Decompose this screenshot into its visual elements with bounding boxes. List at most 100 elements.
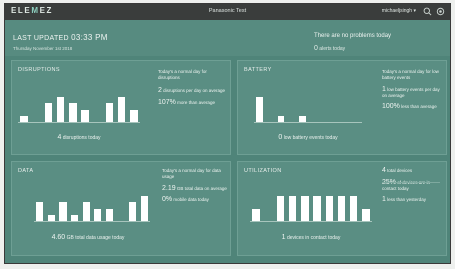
- chart-bar[interactable]: [313, 196, 321, 221]
- search-icon[interactable]: [423, 7, 432, 16]
- chart-axis: [250, 221, 372, 222]
- chart-bar[interactable]: [36, 202, 44, 221]
- top-bar: ELEMEZ Panasonic Test michaeljsingh ▾: [5, 4, 450, 20]
- utilization-chart: [250, 195, 372, 225]
- status-message: There are no problems today: [314, 33, 392, 39]
- stat-line: Today's a normal day for disruptions: [158, 69, 207, 80]
- chart-bar[interactable]: [81, 109, 89, 122]
- stat-compare: 1 less than yesterday: [382, 196, 444, 203]
- chart-bar[interactable]: [44, 103, 53, 122]
- stat-total: 4 total devices: [382, 167, 444, 174]
- chart-bar[interactable]: [69, 103, 77, 122]
- current-date: Thursday November 1st 2018: [13, 46, 73, 51]
- stat-compare: 100% less than average: [382, 103, 444, 110]
- chart-axis: [254, 122, 362, 123]
- last-updated-label: LAST UPDATED: [13, 35, 69, 42]
- chart-bar[interactable]: [47, 214, 55, 221]
- last-updated-time: 03:33 PM: [71, 33, 108, 42]
- disruptions-chart: [18, 96, 140, 126]
- stat-divider: [382, 182, 440, 183]
- panel-title: DISRUPTIONS: [18, 67, 60, 73]
- chart-bar[interactable]: [276, 196, 285, 221]
- panel-title: DATA: [18, 168, 34, 174]
- chart-bar[interactable]: [71, 214, 79, 221]
- chart-bar[interactable]: [362, 208, 370, 221]
- stat-number: 1: [382, 86, 386, 93]
- battery-today: 0 low battery events today: [244, 134, 372, 141]
- chart-bar[interactable]: [130, 109, 138, 122]
- foot-text: low battery events today: [283, 135, 338, 141]
- stat-line: Today's a normal day for data usage: [162, 168, 221, 179]
- chart-bar[interactable]: [105, 208, 113, 221]
- stat-text: more than average: [177, 100, 215, 105]
- alerts-count: 0 alerts today: [314, 45, 345, 52]
- stat-text: GB total data on average: [176, 186, 227, 191]
- stat-number: 2.19: [162, 185, 176, 192]
- last-updated: LAST UPDATED 03:33 PM: [13, 33, 108, 42]
- data-panel[interactable]: DATA 4.60 GB total data usage today Toda…: [11, 161, 231, 256]
- chart-bar[interactable]: [117, 97, 126, 122]
- battery-panel[interactable]: BATTERY 0 low battery events today Today…: [237, 60, 447, 155]
- stat-average: 2.19 GB total data on average: [162, 185, 228, 192]
- stat-text: disruptions per day on average: [163, 88, 225, 93]
- chart-bar[interactable]: [140, 196, 148, 221]
- panel-title: UTILIZATION: [244, 168, 282, 174]
- chart-bar[interactable]: [59, 202, 67, 221]
- chart-bar[interactable]: [299, 115, 306, 122]
- chart-bar[interactable]: [129, 202, 137, 221]
- chart-axis: [18, 122, 140, 123]
- chart-bar[interactable]: [105, 103, 114, 122]
- chart-bar[interactable]: [277, 115, 285, 122]
- gear-icon[interactable]: [436, 7, 445, 16]
- disruptions-panel[interactable]: DISRUPTIONS 4 disruptions today Today's …: [11, 60, 231, 155]
- chart-bar[interactable]: [252, 208, 260, 221]
- stat-text: low battery events per day on average: [382, 87, 440, 98]
- utilization-today: 1 devices in contact today: [244, 234, 378, 241]
- foot-number: 4: [57, 134, 62, 141]
- chart-bar[interactable]: [301, 196, 309, 221]
- alerts-text: alerts today: [319, 46, 346, 52]
- stat-text: less than yesterday: [387, 197, 426, 202]
- foot-text: GB total data usage today: [66, 235, 125, 241]
- chart-bar[interactable]: [56, 97, 65, 122]
- disruptions-stats: Today's a normal day for disruptions 2 d…: [158, 69, 228, 106]
- chart-bar[interactable]: [94, 208, 102, 221]
- chart-bar[interactable]: [325, 196, 334, 221]
- disruptions-today: 4 disruptions today: [18, 134, 140, 141]
- battery-stats: Today's a normal day for low battery eve…: [382, 69, 444, 110]
- chart-bar[interactable]: [82, 202, 90, 221]
- chart-bar[interactable]: [349, 196, 358, 221]
- app-window: ELEMEZ Panasonic Test michaeljsingh ▾ LA…: [4, 3, 451, 264]
- data-chart: [34, 195, 150, 225]
- utilization-panel[interactable]: UTILIZATION 1 devices in contact today 4…: [237, 161, 447, 256]
- stat-average: 1 low battery events per day on average: [382, 86, 444, 99]
- stat-text: total devices: [387, 168, 413, 173]
- stat-number: 107%: [158, 99, 176, 106]
- chart-bar[interactable]: [288, 196, 297, 221]
- stat-number: 4: [382, 167, 386, 174]
- stat-compare: 0% mobile data today: [162, 196, 228, 203]
- data-today: 4.60 GB total data usage today: [18, 234, 158, 241]
- stat-text: mobile data today: [173, 197, 209, 202]
- stat-number: 1: [382, 196, 386, 203]
- stat-line: Today's a normal day for low battery eve…: [382, 69, 439, 80]
- alerts-number: 0: [314, 45, 318, 52]
- foot-number: 1: [281, 234, 286, 241]
- stat-number: 0%: [162, 196, 173, 203]
- battery-chart: [254, 96, 362, 126]
- utilization-stats: 4 total devices 25% of devices are in co…: [382, 167, 444, 203]
- foot-text: disruptions today: [62, 135, 101, 141]
- foot-number: 4.60: [51, 234, 66, 241]
- foot-text: devices in contact today: [286, 235, 341, 241]
- chart-bar[interactable]: [256, 97, 263, 122]
- stat-compare: 107% more than average: [158, 99, 228, 106]
- chart-bar[interactable]: [20, 115, 28, 122]
- stat-text: less than average: [401, 104, 437, 109]
- chart-axis: [34, 221, 150, 222]
- stat-number: 100%: [382, 103, 400, 110]
- user-menu[interactable]: michaeljsingh ▾: [382, 8, 416, 14]
- chart-bar[interactable]: [337, 196, 346, 221]
- panel-title: BATTERY: [244, 67, 272, 73]
- stat-number: 2: [158, 87, 162, 94]
- foot-number: 0: [278, 134, 283, 141]
